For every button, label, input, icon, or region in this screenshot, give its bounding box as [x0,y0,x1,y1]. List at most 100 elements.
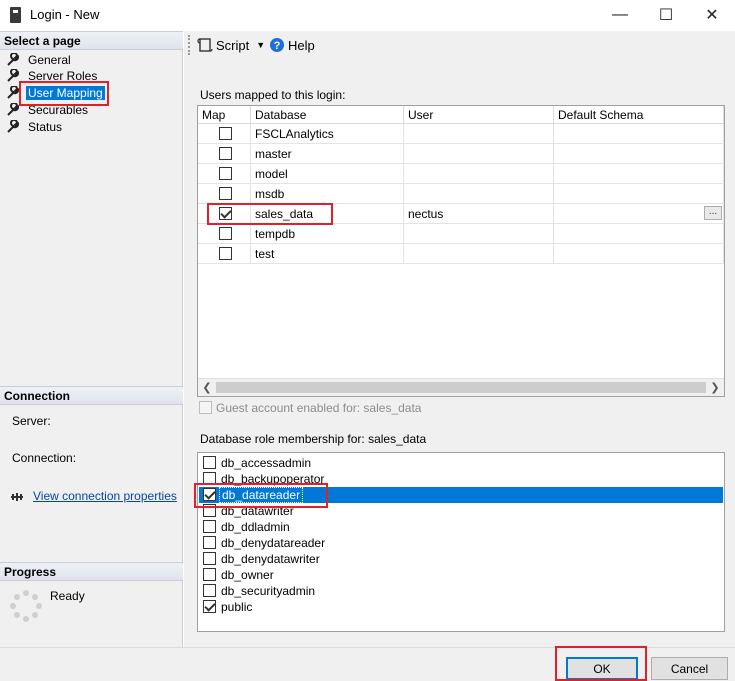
script-button[interactable]: Script ▼ [197,37,265,53]
column-header-database[interactable]: Database [251,106,404,124]
table-row[interactable]: tempdb [198,224,724,244]
browse-schema-button[interactable]: ... [704,206,722,220]
role-membership-list[interactable]: db_accessadmin db_backupoperator db_datare… [197,452,725,632]
role-label: db_ddladmin [221,520,290,534]
database-cell: msdb [251,184,404,204]
wrench-icon [7,69,19,82]
chevron-down-icon[interactable]: ▼ [256,40,265,50]
cancel-button[interactable]: Cancel [651,657,728,680]
highlight-box [207,203,333,225]
map-cell [198,164,251,184]
page-item-label: Status [28,120,63,134]
script-icon [197,38,213,52]
connection-label: Connection: [12,451,77,465]
connection-header: Connection [0,386,183,405]
role-checkbox[interactable] [203,568,216,581]
role-label: db_owner [221,568,274,582]
map-checkbox[interactable] [219,187,232,200]
guest-account-checkbox[interactable] [199,401,212,414]
scrollbar-thumb[interactable] [216,382,706,393]
table-row[interactable]: FSCLAnalytics [198,124,724,144]
default-schema-cell[interactable] [554,124,724,144]
default-schema-cell[interactable] [554,184,724,204]
page-item-label: General [28,53,71,67]
user-cell[interactable] [404,124,554,144]
help-icon: ? [270,38,284,52]
database-cell: tempdb [251,224,404,244]
select-page-header: Select a page [0,31,183,50]
help-label: Help [288,37,315,53]
map-cell [198,184,251,204]
help-button[interactable]: ? Help [269,37,315,53]
page-item-status[interactable]: Status [6,119,64,135]
minimize-button[interactable]: — [597,0,643,30]
default-schema-cell[interactable] [554,244,724,264]
table-row[interactable]: msdb [198,184,724,204]
role-checkbox[interactable] [203,552,216,565]
default-schema-cell[interactable] [554,144,724,164]
progress-status: Ready [50,589,85,603]
list-item[interactable]: db_owner [199,567,723,583]
table-row[interactable]: model [198,164,724,184]
map-checkbox[interactable] [219,147,232,160]
wrench-icon [7,86,19,99]
app-icon [10,7,21,23]
users-grid[interactable]: Map Database User Default Schema FSCLAna… [197,105,725,397]
wrench-icon [7,103,19,116]
map-cell [198,144,251,164]
list-item[interactable]: db_denydatareader [199,535,723,551]
user-cell[interactable] [404,224,554,244]
horizontal-scrollbar[interactable]: ❮ ❯ [198,378,724,396]
user-cell[interactable] [404,244,554,264]
server-label: Server: [12,414,51,428]
map-cell [198,224,251,244]
scroll-right-icon[interactable]: ❯ [707,380,723,396]
user-cell[interactable] [404,164,554,184]
user-cell[interactable]: nectus [404,204,554,224]
user-cell[interactable] [404,184,554,204]
wrench-icon [7,53,19,66]
table-row[interactable]: master [198,144,724,164]
map-checkbox[interactable] [219,227,232,240]
map-checkbox[interactable] [219,127,232,140]
highlight-box [194,483,328,508]
list-item[interactable]: db_securityadmin [199,583,723,599]
page-item-general[interactable]: General [6,52,73,68]
map-cell [198,244,251,264]
default-schema-cell[interactable]: ... [554,204,724,224]
user-cell[interactable] [404,144,554,164]
default-schema-cell[interactable] [554,224,724,244]
role-checkbox[interactable] [203,536,216,549]
column-header-map[interactable]: Map [198,106,251,124]
default-schema-cell[interactable] [554,164,724,184]
list-item[interactable]: public [199,599,723,615]
scroll-left-icon[interactable]: ❮ [199,380,215,396]
database-cell: model [251,164,404,184]
role-checkbox[interactable] [203,600,216,613]
role-label: db_accessadmin [221,456,312,470]
list-item[interactable]: db_denydatawriter [199,551,723,567]
table-row[interactable]: test [198,244,724,264]
map-cell [198,124,251,144]
column-header-default-schema[interactable]: Default Schema [554,106,724,124]
map-checkbox[interactable] [219,167,232,180]
script-label: Script [216,37,250,53]
view-connection-properties-link[interactable]: View connection properties [33,489,177,503]
role-checkbox[interactable] [203,584,216,597]
column-header-user[interactable]: User [404,106,554,124]
toolbar-grip [188,35,190,55]
title-bar: Login - New — ☐ ✕ [0,0,735,30]
list-item[interactable]: db_ddladmin [199,519,723,535]
map-checkbox[interactable] [219,247,232,260]
progress-header: Progress [0,562,183,581]
svg-text:?: ? [274,40,281,52]
maximize-button[interactable]: ☐ [643,0,689,30]
role-checkbox[interactable] [203,520,216,533]
window-title: Login - New [30,7,100,22]
connection-properties-icon [11,493,23,501]
role-label: public [221,600,253,614]
users-mapped-caption: Users mapped to this login: [200,88,346,102]
close-button[interactable]: ✕ [689,0,735,30]
list-item[interactable]: db_accessadmin [199,455,723,471]
role-checkbox[interactable] [203,456,216,469]
